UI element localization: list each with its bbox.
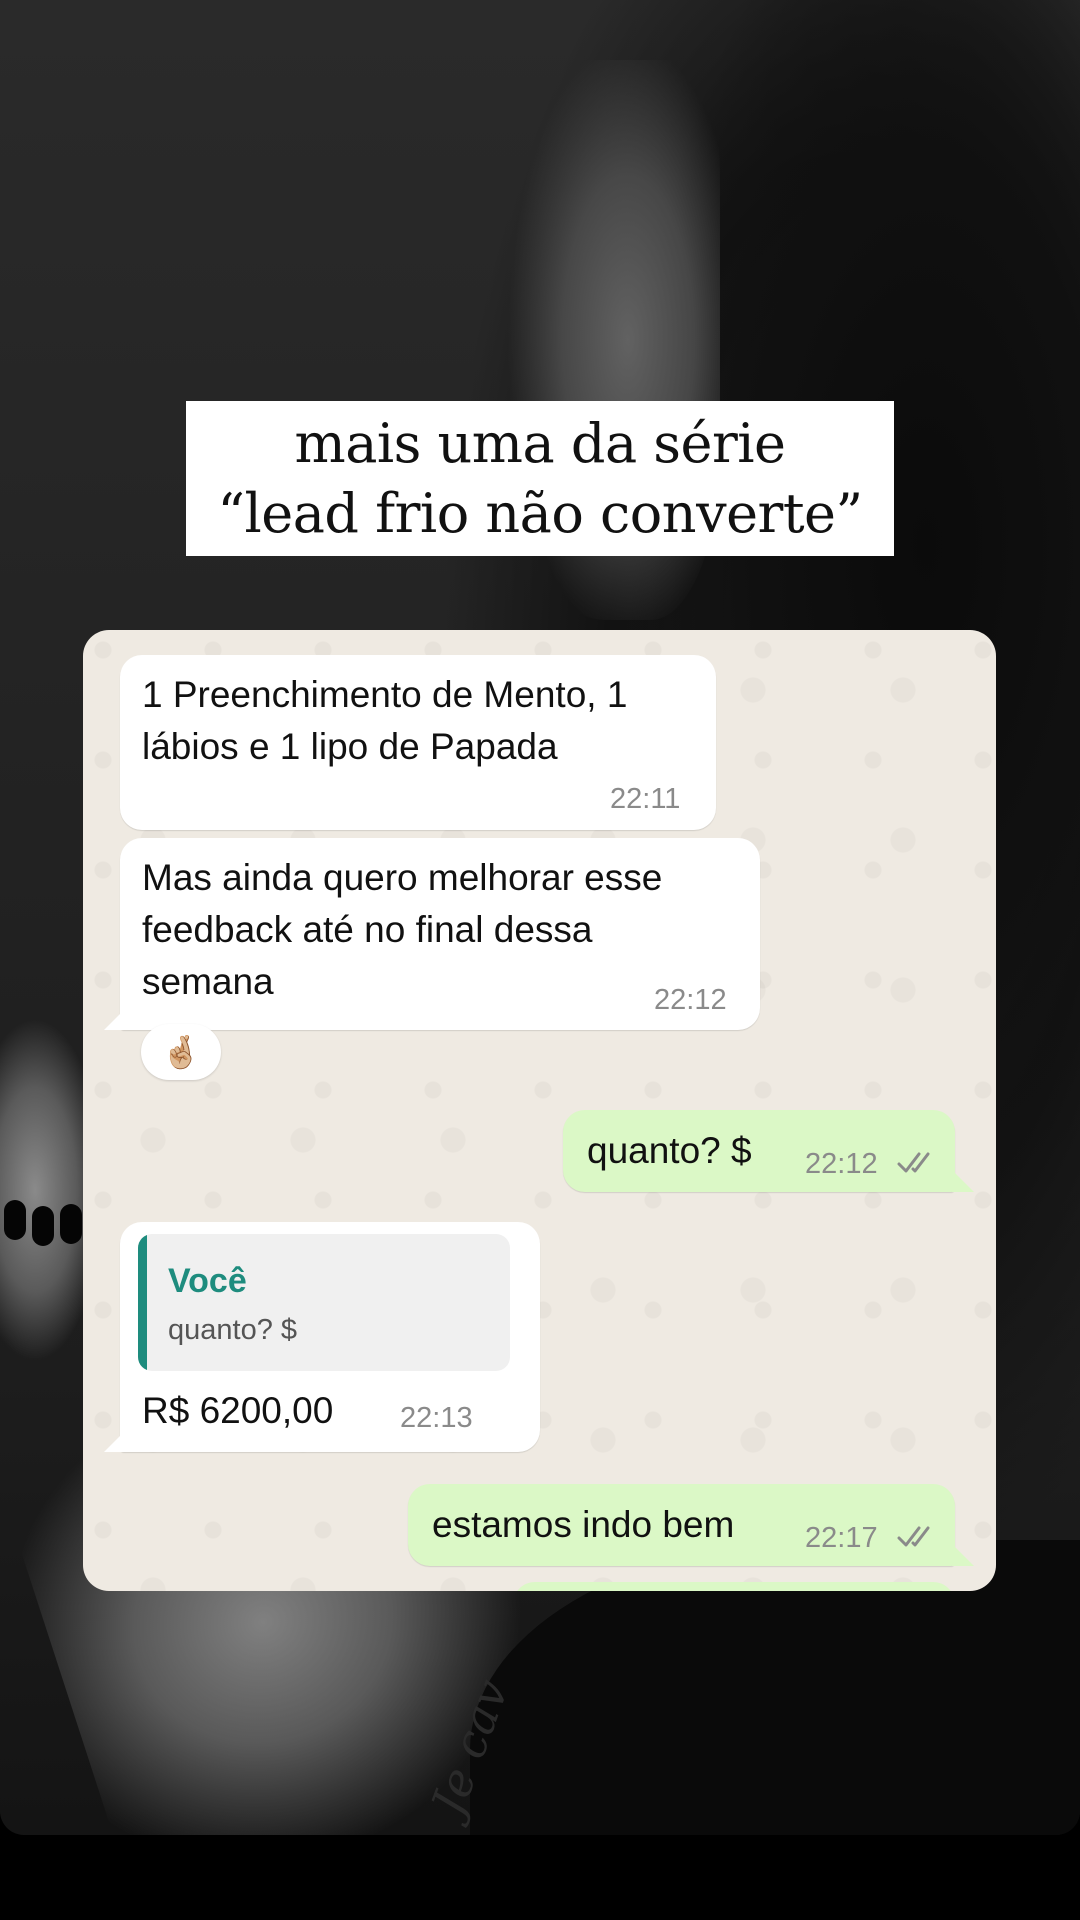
bubble-tail <box>104 1008 126 1030</box>
incoming-message[interactable]: Você quanto? $ R$ 6200,00 22:13 <box>120 1222 540 1452</box>
message-line: 1 Preenchimento de Mento, 1 <box>142 674 628 715</box>
quote-author: Você <box>168 1262 247 1300</box>
message-line: estamos indo bem <box>432 1504 735 1545</box>
bottom-black-bar <box>0 1835 1080 1920</box>
painted-nails <box>0 1200 90 1260</box>
message-text: estamos indo bem <box>432 1499 734 1551</box>
message-time: 22:12 <box>805 1148 878 1180</box>
message-line: Mas ainda quero melhorar esse <box>142 857 663 898</box>
message-text: R$ 6200,00 <box>142 1385 333 1437</box>
message-text: quanto? $ <box>587 1125 752 1177</box>
message-line: feedback até no final dessa <box>142 909 593 950</box>
double-check-icon <box>897 1526 930 1547</box>
story-title-line-2: “lead frio não converte” <box>217 482 863 545</box>
story-title-box: mais uma da série “lead frio não convert… <box>186 401 894 556</box>
double-check-icon <box>897 1152 930 1173</box>
outgoing-message[interactable]: estamos indo bem 22:17 <box>408 1484 955 1566</box>
message-time: 22:17 <box>805 1522 878 1554</box>
message-text: Mas ainda quero melhorar esse feedback a… <box>142 852 662 1008</box>
bubble-tail <box>952 1544 974 1566</box>
message-time: 22:11 <box>610 783 681 815</box>
bubble-tail <box>952 1170 974 1192</box>
incoming-message[interactable]: Mas ainda quero melhorar esse feedback a… <box>120 838 760 1030</box>
story-frame: Je cav mais uma da série “lead frio não … <box>0 0 1080 1920</box>
message-time: 22:13 <box>400 1402 473 1434</box>
crossed-fingers-reaction-icon[interactable]: 🤞🏼 <box>141 1024 221 1080</box>
message-text: 1 Preenchimento de Mento, 1 lábios e 1 l… <box>142 669 627 773</box>
message-line: semana <box>142 961 274 1002</box>
outgoing-message[interactable]: quanto? $ 22:12 <box>563 1110 955 1192</box>
quote-accent-bar <box>138 1234 147 1371</box>
message-line: lábios e 1 lipo de Papada <box>142 726 558 767</box>
quoted-reply[interactable]: Você quanto? $ <box>138 1234 510 1371</box>
message-line: R$ 6200,00 <box>142 1390 334 1431</box>
story-title-line-1: mais uma da série <box>294 412 786 475</box>
outgoing-message-partial[interactable] <box>513 1582 955 1591</box>
chat-screenshot: 1 Preenchimento de Mento, 1 lábios e 1 l… <box>83 630 996 1591</box>
incoming-message[interactable]: 1 Preenchimento de Mento, 1 lábios e 1 l… <box>120 655 716 830</box>
message-line: quanto? $ <box>587 1130 752 1171</box>
quote-text: quanto? $ <box>168 1314 298 1346</box>
message-time: 22:12 <box>654 984 727 1016</box>
bubble-tail <box>104 1430 126 1452</box>
